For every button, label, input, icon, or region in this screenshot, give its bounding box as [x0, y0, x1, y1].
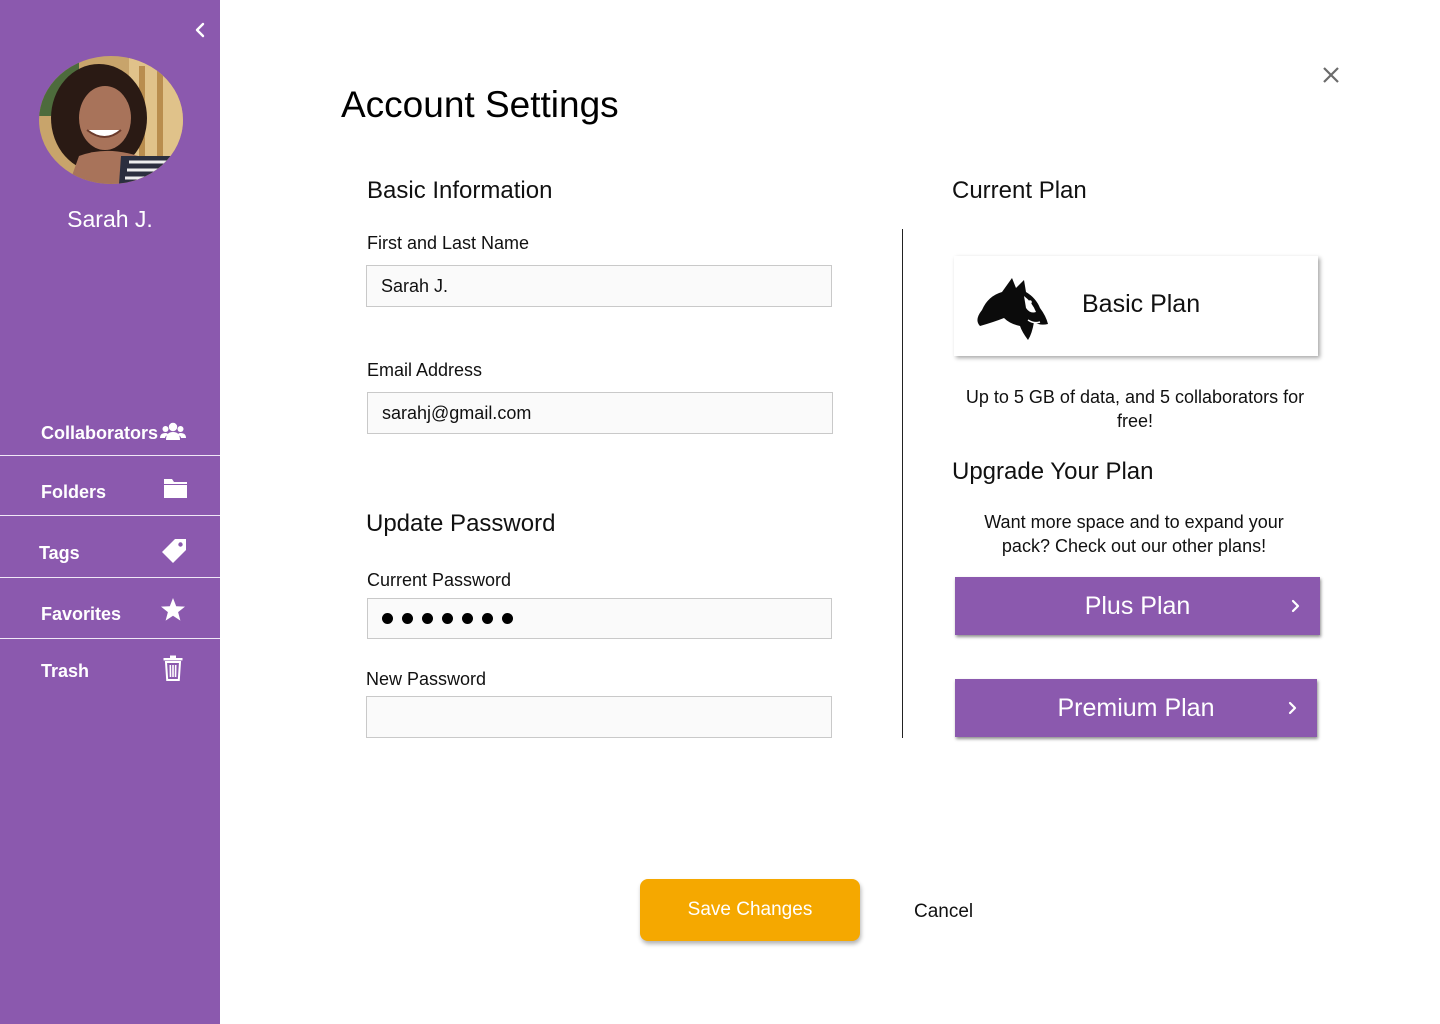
folder-icon — [164, 479, 187, 498]
column-divider — [902, 229, 903, 738]
sidebar-item-label: Tags — [39, 543, 80, 563]
current-password-field[interactable] — [367, 598, 832, 639]
sidebar: Sarah J. Collaborators Folders Tags Favo… — [0, 0, 220, 1024]
save-changes-button[interactable]: Save Changes — [640, 879, 860, 941]
close-button[interactable] — [1320, 64, 1342, 86]
collapse-sidebar-button[interactable] — [193, 20, 209, 40]
chevron-right-icon — [1288, 701, 1297, 715]
username: Sarah J. — [67, 206, 153, 232]
sidebar-item-favorites[interactable]: Favorites — [0, 578, 220, 638]
sidebar-item-label: Trash — [41, 661, 90, 681]
upgrade-plan-description: Want more space and to expand your pack?… — [984, 512, 1284, 556]
current-plan-description: Up to 5 GB of data, and 5 collaborators … — [965, 387, 1305, 431]
plus-plan-label: Plus Plan — [1084, 592, 1191, 620]
tag-icon — [162, 539, 186, 563]
premium-plan-label: Premium Plan — [1057, 694, 1215, 722]
sidebar-item-label: Collaborators — [41, 423, 159, 443]
new-password-label: New Password — [366, 669, 487, 689]
users-icon — [160, 422, 186, 440]
star-icon — [161, 598, 185, 621]
sidebar-item-label: Favorites — [41, 604, 122, 624]
password-mask-dot — [402, 613, 413, 624]
new-password-field[interactable] — [366, 696, 832, 738]
sidebar-item-trash[interactable]: Trash — [0, 639, 220, 699]
password-mask-dot — [422, 613, 433, 624]
password-mask-dot — [442, 613, 453, 624]
current-password-label: Current Password — [367, 570, 512, 590]
email-label: Email Address — [367, 360, 483, 380]
sidebar-item-tags[interactable]: Tags — [0, 516, 220, 576]
sidebar-item-label: Folders — [41, 482, 107, 502]
close-icon — [1323, 67, 1339, 83]
upgrade-plan-title: Upgrade Your Plan — [952, 458, 1154, 485]
name-label: First and Last Name — [367, 233, 530, 253]
page-title: Account Settings — [341, 84, 619, 125]
sidebar-item-collaborators[interactable]: Collaborators — [0, 402, 220, 462]
trash-icon — [163, 655, 183, 681]
email-field[interactable] — [367, 392, 833, 434]
password-mask-dot — [502, 613, 513, 624]
avatar[interactable] — [39, 56, 183, 184]
basic-info-title: Basic Information — [367, 177, 553, 204]
password-section-title: Update Password — [366, 510, 556, 537]
password-mask-dot — [482, 613, 493, 624]
current-plan-title: Current Plan — [952, 177, 1087, 204]
wolf-logo — [977, 278, 1048, 340]
name-field[interactable] — [366, 265, 832, 307]
chevron-right-icon — [1291, 599, 1300, 613]
current-plan-card: Basic Plan — [954, 256, 1318, 356]
password-mask-dot — [462, 613, 473, 624]
current-plan-name: Basic Plan — [1082, 290, 1201, 318]
password-mask-dot — [382, 613, 393, 624]
plus-plan-button[interactable]: Plus Plan — [955, 577, 1320, 635]
cancel-button[interactable]: Cancel — [914, 901, 973, 923]
premium-plan-button[interactable]: Premium Plan — [955, 679, 1317, 737]
chevron-left-icon — [195, 22, 205, 38]
sidebar-item-folders[interactable]: Folders — [0, 456, 220, 516]
